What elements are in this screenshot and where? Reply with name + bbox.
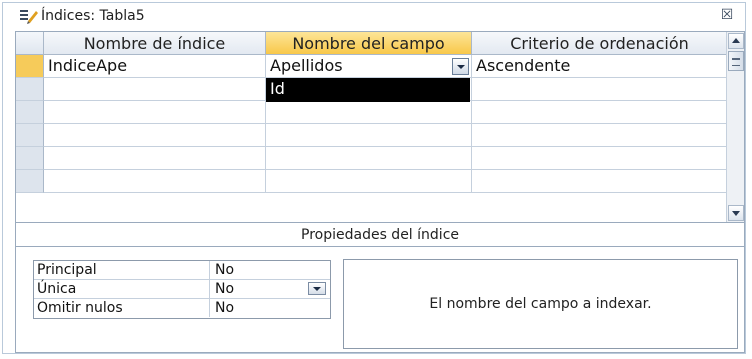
row-selector[interactable] — [16, 78, 44, 101]
property-value[interactable]: No — [210, 280, 330, 298]
row-selector-current[interactable] — [16, 55, 44, 78]
sort-order-cell[interactable] — [472, 124, 728, 147]
index-name-cell[interactable] — [44, 170, 266, 193]
scroll-thumb[interactable] — [728, 51, 744, 71]
field-name-cell[interactable] — [266, 147, 472, 170]
row-selector[interactable] — [16, 170, 44, 193]
index-properties-panel: Principal No Única No Omitir nulos No El… — [15, 247, 745, 353]
property-row-unica[interactable]: Única No — [34, 280, 330, 299]
index-name-cell[interactable] — [44, 147, 266, 170]
property-value-text: No — [215, 281, 235, 297]
close-icon[interactable]: ☒ — [719, 7, 735, 23]
property-value[interactable]: No — [210, 261, 330, 279]
field-name-cell[interactable] — [266, 170, 472, 193]
row-selector[interactable] — [16, 124, 44, 147]
column-header-field-name[interactable]: Nombre del campo — [266, 32, 472, 55]
window-title: Índices: Tabla5 — [41, 8, 145, 24]
property-help-text: El nombre del campo a indexar. — [343, 259, 738, 349]
indexes-icon — [20, 10, 38, 24]
indexes-grid: Nombre de índice Nombre del campo Criter… — [15, 31, 745, 223]
property-row-principal[interactable]: Principal No — [34, 261, 330, 280]
title-bar: Índices: Tabla5 ☒ — [3, 3, 745, 27]
property-label: Única — [34, 280, 210, 298]
column-header-index-name[interactable]: Nombre de índice — [44, 32, 266, 55]
index-name-cell[interactable] — [44, 78, 266, 101]
field-name-value: Apellidos — [270, 56, 343, 75]
dropdown-option[interactable]: Id — [270, 78, 470, 100]
index-name-cell[interactable]: IndiceApe — [44, 55, 266, 78]
column-header-sort-order[interactable]: Criterio de ordenación — [472, 32, 728, 55]
scroll-down-button[interactable] — [728, 205, 744, 221]
row-selector[interactable] — [16, 147, 44, 170]
scroll-up-button[interactable] — [728, 33, 744, 49]
sort-order-cell[interactable] — [472, 101, 728, 124]
property-dropdown-button[interactable] — [308, 282, 326, 295]
select-all-corner[interactable] — [16, 32, 44, 55]
field-name-dropdown-list: Id — [266, 78, 470, 102]
property-value[interactable]: No — [210, 299, 330, 317]
property-row-omitir-nulos[interactable]: Omitir nulos No — [34, 299, 330, 318]
sort-order-cell[interactable] — [472, 147, 728, 170]
index-name-cell[interactable] — [44, 101, 266, 124]
sort-order-cell[interactable] — [472, 170, 728, 193]
index-properties-title: Propiedades del índice — [15, 223, 745, 247]
indexes-dialog: Índices: Tabla5 ☒ Nombre de índice Nombr… — [2, 2, 746, 354]
field-name-cell[interactable] — [266, 124, 472, 147]
field-name-dropdown-button[interactable] — [452, 58, 469, 75]
index-name-cell[interactable] — [44, 124, 266, 147]
property-label: Omitir nulos — [34, 299, 210, 317]
row-selector[interactable] — [16, 101, 44, 124]
properties-table: Principal No Única No Omitir nulos No — [33, 260, 331, 319]
sort-order-cell[interactable] — [472, 78, 728, 101]
vertical-scrollbar[interactable] — [726, 32, 744, 222]
field-name-cell[interactable]: Apellidos — [266, 55, 472, 78]
property-label: Principal — [34, 261, 210, 279]
sort-order-cell[interactable]: Ascendente — [472, 55, 728, 78]
field-name-cell[interactable] — [266, 101, 472, 124]
